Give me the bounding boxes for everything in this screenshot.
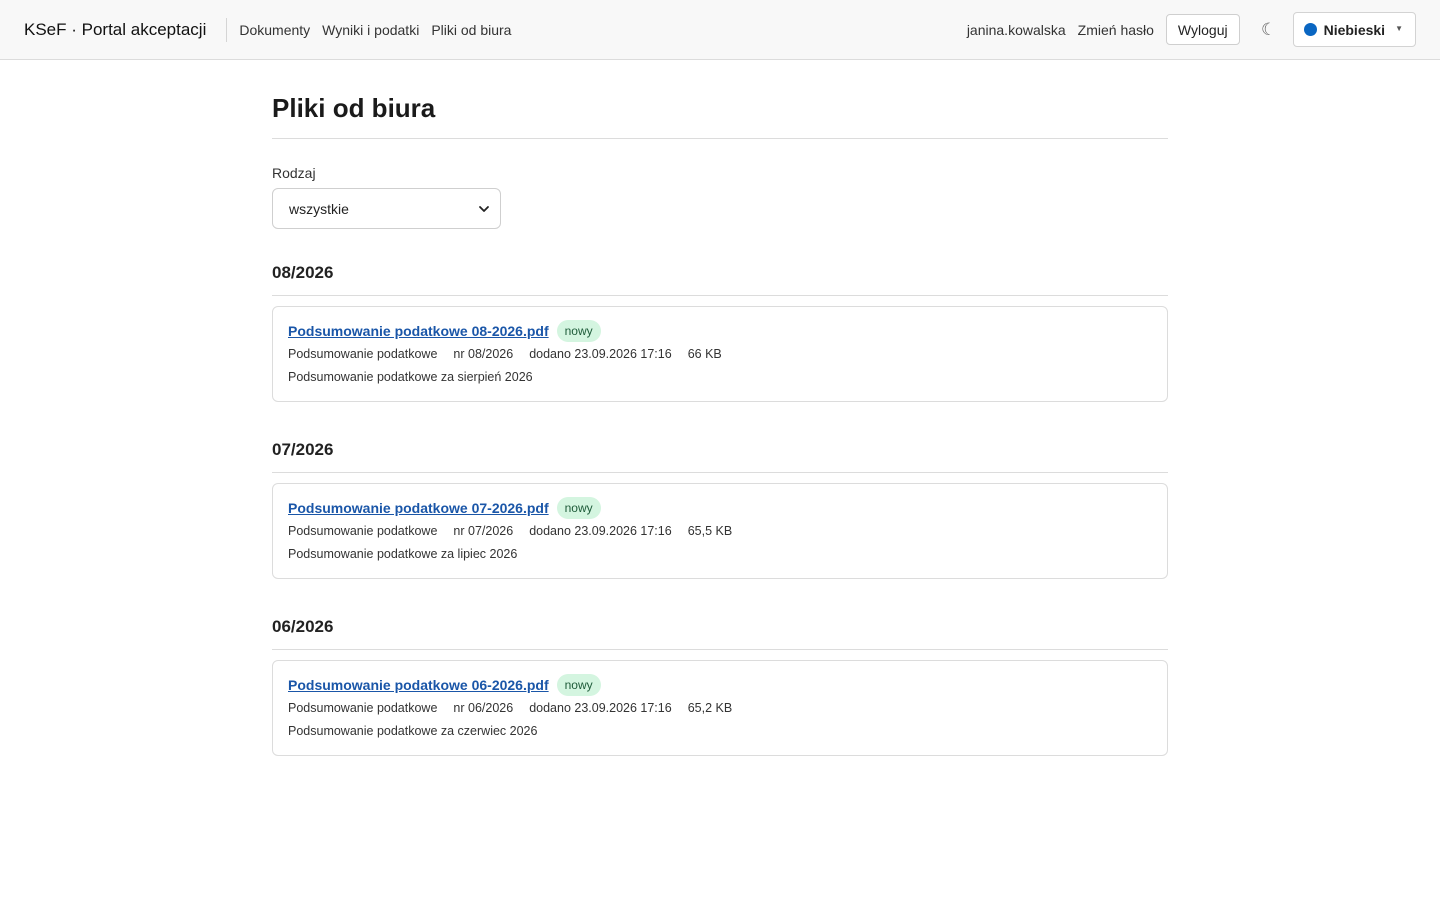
file-size: 66 KB bbox=[687, 347, 722, 361]
file-meta: Podsumowanie podatkowe nr 07/2026 dodano… bbox=[288, 524, 1152, 538]
month-group: 06/2026 Podsumowanie podatkowe 06-2026.p… bbox=[272, 617, 1168, 756]
file-meta: Podsumowanie podatkowe nr 06/2026 dodano… bbox=[288, 701, 1152, 715]
current-user: janina.kowalska bbox=[966, 21, 1066, 38]
file-card: Podsumowanie podatkowe 08-2026.pdf nowy … bbox=[272, 306, 1168, 402]
file-download-link[interactable]: Podsumowanie podatkowe 06-2026.pdf bbox=[288, 677, 549, 693]
navbar-right: janina.kowalska Zmień hasło Wyloguj ☾ Ni… bbox=[967, 12, 1416, 47]
file-number: nr 08/2026 bbox=[453, 347, 514, 361]
file-number: nr 06/2026 bbox=[453, 701, 514, 715]
month-group: 08/2026 Podsumowanie podatkowe 08-2026.p… bbox=[272, 263, 1168, 402]
main-content: Pliki od biura Rodzaj wszystkie 08/2026 … bbox=[272, 60, 1168, 756]
file-added-date: dodano 23.09.2026 17:16 bbox=[529, 347, 672, 361]
file-download-link[interactable]: Podsumowanie podatkowe 08-2026.pdf bbox=[288, 323, 549, 339]
file-type: Podsumowanie podatkowe bbox=[288, 524, 438, 538]
change-password-link[interactable]: Zmień hasło bbox=[1078, 22, 1154, 38]
group-title: 08/2026 bbox=[272, 263, 1168, 296]
month-group: 07/2026 Podsumowanie podatkowe 07-2026.p… bbox=[272, 440, 1168, 579]
file-description: Podsumowanie podatkowe za czerwiec 2026 bbox=[288, 724, 538, 738]
group-title: 06/2026 bbox=[272, 617, 1168, 650]
caret-down-icon: ▼ bbox=[1395, 24, 1403, 33]
file-type: Podsumowanie podatkowe bbox=[288, 347, 438, 361]
filter-label: Rodzaj bbox=[272, 165, 316, 181]
new-badge: nowy bbox=[556, 320, 601, 342]
theme-color-dot bbox=[1303, 23, 1317, 36]
nav-link-pliki-od-biura[interactable]: Pliki od biura bbox=[431, 22, 511, 38]
file-download-link[interactable]: Podsumowanie podatkowe 07-2026.pdf bbox=[288, 500, 549, 516]
app-brand[interactable]: KSeF · Portal akceptacji bbox=[24, 17, 228, 42]
file-description: Podsumowanie podatkowe za sierpień 2026 bbox=[288, 370, 533, 384]
moon-icon[interactable]: ☾ bbox=[1261, 20, 1277, 40]
theme-dropdown[interactable]: Niebieski ▼ bbox=[1292, 12, 1416, 47]
main-nav: Dokumenty Wyniki i podatki Pliki od biur… bbox=[239, 22, 523, 38]
file-card: Podsumowanie podatkowe 06-2026.pdf nowy … bbox=[272, 660, 1168, 756]
file-number: nr 07/2026 bbox=[453, 524, 514, 538]
type-filter-select[interactable]: wszystkie bbox=[272, 188, 501, 229]
file-added-date: dodano 23.09.2026 17:16 bbox=[529, 701, 672, 715]
type-filter-value: wszystkie bbox=[289, 200, 349, 217]
nav-link-wyniki-i-podatki[interactable]: Wyniki i podatki bbox=[322, 22, 419, 38]
file-card: Podsumowanie podatkowe 07-2026.pdf nowy … bbox=[272, 483, 1168, 579]
file-meta: Podsumowanie podatkowe nr 08/2026 dodano… bbox=[288, 347, 1152, 361]
page-title: Pliki od biura bbox=[272, 93, 1168, 139]
file-added-date: dodano 23.09.2026 17:16 bbox=[529, 524, 672, 538]
new-badge: nowy bbox=[556, 497, 601, 519]
chevron-down-icon bbox=[478, 203, 490, 215]
file-description: Podsumowanie podatkowe za lipiec 2026 bbox=[288, 547, 518, 561]
file-type: Podsumowanie podatkowe bbox=[288, 701, 438, 715]
logout-button[interactable]: Wyloguj bbox=[1165, 14, 1240, 45]
nav-link-dokumenty[interactable]: Dokumenty bbox=[239, 22, 310, 38]
group-title: 07/2026 bbox=[272, 440, 1168, 473]
theme-label: Niebieski bbox=[1323, 21, 1386, 38]
top-navbar: KSeF · Portal akceptacji Dokumenty Wynik… bbox=[0, 0, 1440, 60]
file-size: 65,2 KB bbox=[687, 701, 733, 715]
file-size: 65,5 KB bbox=[687, 524, 733, 538]
new-badge: nowy bbox=[556, 674, 601, 696]
